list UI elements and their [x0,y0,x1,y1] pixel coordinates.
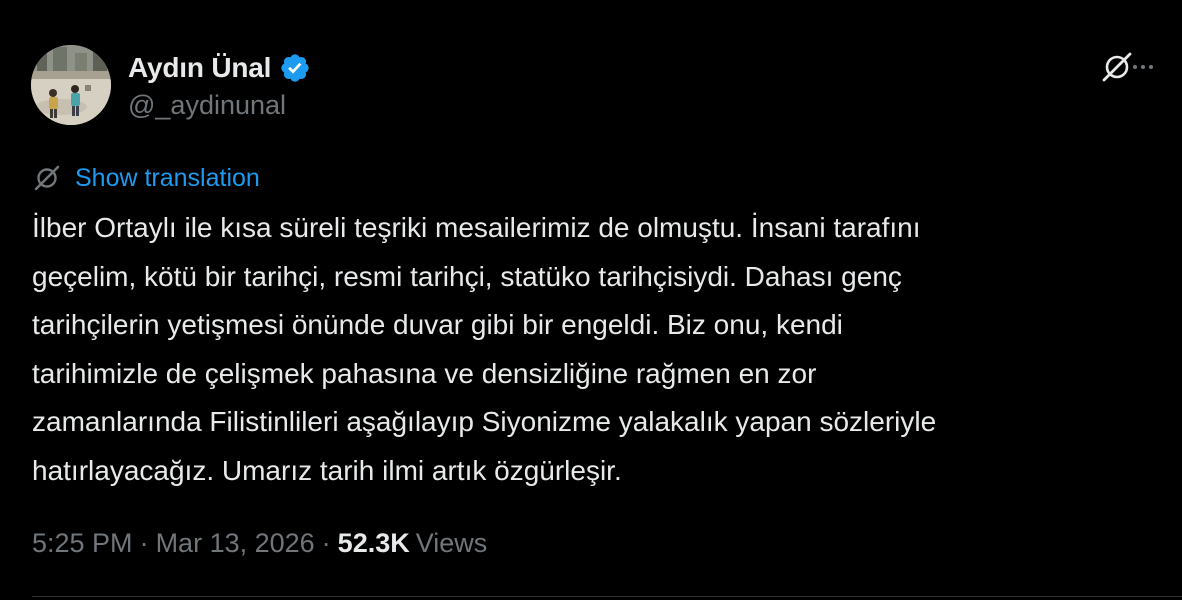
tweet: Aydın Ünal @_aydinunal Show translation … [0,0,1182,600]
tweet-meta: 5:25 PM · Mar 13, 2026 · 52.3K Views [32,526,487,560]
more-dot [1149,65,1153,69]
views-count[interactable]: 52.3K [338,528,410,559]
tweet-text-line: tarihçilerin yetişmesi önünde duvar gibi… [32,309,843,340]
divider [32,596,1182,597]
avatar-photo [31,45,111,125]
translate-icon [34,165,60,191]
more-dot [1141,65,1145,69]
tweet-date[interactable]: Mar 13, 2026 [156,528,315,559]
display-name[interactable]: Aydın Ünal [128,52,271,84]
show-translation-link[interactable]: Show translation [75,164,260,193]
more-dot [1133,65,1137,69]
tweet-text-line: geçelim, kötü bir tarihçi, resmi tarihçi… [32,260,902,292]
author-name-row: Aydın Ünal [128,50,311,86]
meta-separator: · [139,527,149,558]
author-handle[interactable]: @_aydinunal [128,90,286,121]
tweet-text-line: tarihimizle de çelişmek pahasına ve dens… [32,357,817,389]
tweet-text-line: İlber Ortaylı ile kısa süreli teşriki me… [32,212,921,243]
avatar[interactable] [31,45,111,125]
tweet-text: İlber Ortaylı ile kısa süreli teşriki me… [32,204,1162,495]
tweet-text-line: hatırlayacağız. Umarız tarih ilmi artık … [32,454,622,486]
tweet-time[interactable]: 5:25 PM [32,528,133,559]
meta-separator: · [321,527,331,558]
more-options-icon[interactable] [1126,50,1160,84]
views-label[interactable]: Views [416,528,488,559]
show-translation-row[interactable]: Show translation [33,162,260,194]
verified-badge-icon[interactable] [279,52,311,84]
tweet-text-line: zamanlarında Filistinlileri aşağılayıp S… [32,406,937,437]
